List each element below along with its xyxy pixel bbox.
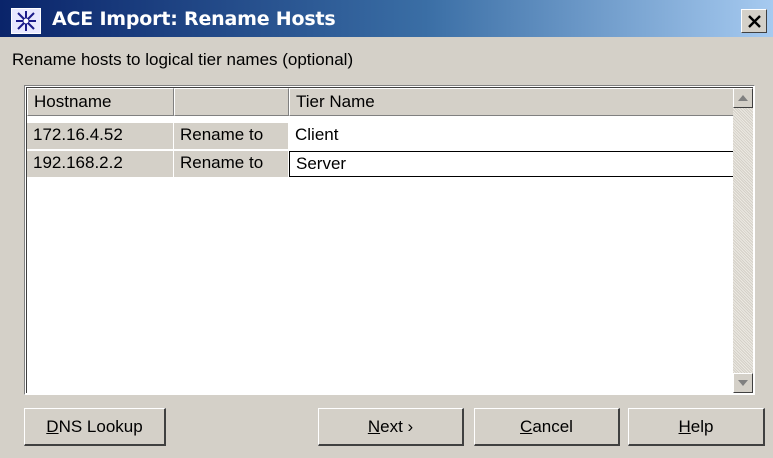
help-button[interactable]: Help [628,408,765,446]
close-icon [747,14,761,28]
arrow-down-icon [738,380,748,386]
close-button[interactable] [741,9,767,33]
help-mnemonic: H [678,416,691,436]
title-bar[interactable]: ACE Import: Rename Hosts [0,0,773,37]
scroll-up-button[interactable] [733,88,753,108]
vertical-scrollbar[interactable] [733,88,753,393]
cancel-label: ancel [532,416,573,436]
dns-mnemonic: D [46,416,59,436]
rename-to-label: Rename to [174,123,289,149]
next-mnemonic: N [367,416,381,436]
dns-lookup-button[interactable]: D NS Lookup [24,408,166,446]
dns-label: NS Lookup [58,416,143,436]
instruction-text: Rename hosts to logical tier names (opti… [12,50,354,69]
tier-name-input[interactable]: Client [289,123,739,149]
cancel-button[interactable]: Cancel [474,408,620,446]
help-label: elp [690,416,714,436]
column-header-tier-name[interactable]: Tier Name [289,88,739,116]
rename-to-label: Rename to [174,151,289,177]
table-row[interactable]: 192.168.2.2 Rename to Server [27,151,739,177]
hosts-grid[interactable]: Hostname Tier Name 172.16.4.52 Rename to… [24,85,755,395]
next-label: ext › [380,416,414,436]
tier-name-input[interactable]: Server [289,151,739,177]
rename-hosts-dialog: ACE Import: Rename Hosts Rename hosts to… [0,0,773,458]
next-button[interactable]: Next › [318,408,464,446]
cancel-mnemonic: C [520,416,533,436]
scroll-down-button[interactable] [733,373,753,393]
window-title: ACE Import: Rename Hosts [52,8,336,30]
arrow-up-icon [738,95,748,101]
grid-header: Hostname Tier Name [27,88,739,116]
hostname-cell: 172.16.4.52 [27,123,174,149]
table-row[interactable]: 172.16.4.52 Rename to Client [27,123,739,149]
column-header-hostname[interactable]: Hostname [27,88,174,116]
star-burst-icon [11,8,41,34]
column-header-action[interactable] [174,88,289,116]
hostname-cell: 192.168.2.2 [27,151,174,177]
